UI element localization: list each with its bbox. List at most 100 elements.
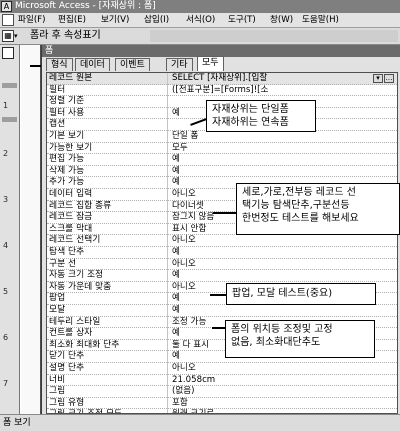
column-divider xyxy=(167,305,168,317)
document-icon[interactable] xyxy=(2,14,14,26)
property-name: 모달 xyxy=(49,305,66,315)
chevron-down-icon[interactable]: ▾ xyxy=(14,33,21,40)
section-band[interactable] xyxy=(2,117,17,122)
property-value[interactable]: 조정 가능 xyxy=(172,317,206,328)
column-divider xyxy=(167,363,168,375)
property-row[interactable]: 레코드 선택기 아니오 xyxy=(47,235,397,247)
note-line: 세로,가로,전부등 레코드 선 xyxy=(242,187,356,198)
menu-help[interactable]: 도움말(H) xyxy=(302,13,339,27)
property-row[interactable]: 그림 유형 포함 xyxy=(47,397,397,410)
menu-tools[interactable]: 도구(T) xyxy=(228,13,256,27)
section-band[interactable] xyxy=(2,83,17,88)
note-line: 자재상위는 단일폼 xyxy=(212,104,289,115)
property-value[interactable]: 예 xyxy=(172,177,180,188)
property-value[interactable]: 예 xyxy=(172,328,180,339)
column-divider xyxy=(167,119,168,131)
column-divider xyxy=(167,223,168,236)
tab-data[interactable]: 데이터 xyxy=(75,58,110,71)
property-name: 레코드 집합 종류 xyxy=(49,200,112,211)
property-value[interactable]: 표시 안함 xyxy=(172,224,206,235)
property-row[interactable]: 편집 가능 예 xyxy=(47,154,397,166)
property-value[interactable]: 모두 xyxy=(172,143,188,154)
status-bar: 폼 보기 xyxy=(0,414,400,431)
column-divider xyxy=(167,212,168,224)
property-value[interactable]: 예 xyxy=(172,154,180,165)
property-value[interactable]: 예 xyxy=(172,305,180,316)
property-row[interactable]: 삭제 가능 예 xyxy=(47,165,397,178)
note-arrow xyxy=(213,212,237,214)
property-row[interactable]: 너비 21.058cm xyxy=(47,374,397,387)
column-divider xyxy=(167,351,168,363)
view-button[interactable]: ▦ xyxy=(2,30,14,42)
property-name: 필터 xyxy=(49,84,66,95)
property-value[interactable]: 잠그지 않음 xyxy=(172,212,214,223)
property-value[interactable]: 예 xyxy=(172,247,180,258)
status-text: 폼 보기 xyxy=(3,418,31,428)
property-value[interactable]: 예 xyxy=(172,166,180,177)
column-divider xyxy=(167,247,168,259)
property-value[interactable]: 21.058cm xyxy=(172,375,215,386)
property-value[interactable]: 포함 xyxy=(172,398,188,409)
column-divider xyxy=(167,96,168,108)
property-row[interactable]: 탐색 단추 예 xyxy=(47,247,397,259)
property-value[interactable]: 아니오 xyxy=(172,259,196,270)
column-divider xyxy=(167,84,168,97)
column-divider xyxy=(167,154,168,166)
property-row[interactable]: 레코드 원본 SELECT [자재상위].[입찰 ▾… xyxy=(47,73,397,85)
property-value[interactable]: 예 xyxy=(172,108,180,119)
property-value[interactable]: 둘 다 표시 xyxy=(172,340,209,351)
menu-format[interactable]: 서식(O) xyxy=(186,13,215,27)
note-default-view: 자재상위는 단일폼 자재하위는 연속폼 xyxy=(206,100,316,132)
tab-other[interactable]: 기타 xyxy=(166,58,193,71)
tab-all[interactable]: 모두 xyxy=(197,56,224,71)
property-name: 데이터 입력 xyxy=(49,189,93,199)
form-selector-button[interactable] xyxy=(2,47,14,59)
column-divider xyxy=(167,374,168,387)
property-row[interactable]: 기본 보기 단일 폼 xyxy=(47,131,397,143)
property-row[interactable]: 구분 선 아니오 xyxy=(47,258,397,271)
builder-button[interactable]: … xyxy=(384,74,394,83)
property-name: 정렬 기준 xyxy=(49,96,85,107)
property-name: 레코드 선택기 xyxy=(49,235,101,246)
note-line: 한번정도 테스트를 해보세요 xyxy=(242,213,359,224)
column-divider xyxy=(167,386,168,398)
property-value[interactable]: 단일 폼 xyxy=(172,131,198,142)
property-name: 너비 xyxy=(49,374,66,385)
tab-format[interactable]: 형식 xyxy=(46,58,73,71)
column-divider xyxy=(167,270,168,282)
property-value[interactable]: 아니오 xyxy=(172,282,196,293)
menu-insert[interactable]: 삽입(I) xyxy=(144,13,169,27)
menu-edit[interactable]: 편집(E) xyxy=(58,13,86,27)
tab-event[interactable]: 이벤트 xyxy=(115,58,150,71)
property-value[interactable]: 아니오 xyxy=(172,363,196,374)
property-row[interactable]: 자동 크기 조정 예 xyxy=(47,270,397,282)
property-value[interactable]: (없음) xyxy=(172,386,195,397)
note-line: 택기능 탐색단추,구분선등 xyxy=(242,200,350,211)
property-value[interactable]: ([전표구분]=[Forms]![소 xyxy=(172,85,268,96)
property-row[interactable]: 그림 (없음) xyxy=(47,386,397,398)
property-row[interactable]: 가능한 보기 모두 xyxy=(47,142,397,155)
property-row[interactable]: 필터 ([전표구분]=[Forms]![소 xyxy=(47,84,397,97)
note-line: 폼의 위치등 조정및 고정 xyxy=(231,324,333,335)
column-divider xyxy=(167,397,168,410)
chevron-down-icon[interactable]: ▾ xyxy=(373,74,383,83)
property-value[interactable]: 예 xyxy=(172,351,180,362)
property-value[interactable]: 예 xyxy=(172,270,180,281)
ruler-number: 6 xyxy=(3,333,9,342)
property-row[interactable]: 모달 예 xyxy=(47,305,397,317)
property-value[interactable]: 아니오 xyxy=(172,235,196,246)
property-value[interactable]: 아니오 xyxy=(172,189,196,200)
form-design-area[interactable] xyxy=(21,45,41,414)
ruler-number: 2 xyxy=(3,149,9,158)
menu-view[interactable]: 보기(V) xyxy=(101,13,129,27)
note-line: 팝업, 모달 테스트(중요) xyxy=(232,288,333,299)
property-value[interactable]: SELECT [자재상위].[입찰 xyxy=(172,73,267,84)
menu-window[interactable]: 창(W) xyxy=(270,13,293,27)
column-divider xyxy=(167,258,168,271)
access-icon[interactable]: A xyxy=(1,1,12,12)
property-value[interactable]: 예 xyxy=(172,293,180,304)
property-row[interactable]: 설명 단추 아니오 xyxy=(47,363,397,375)
property-name: 팝업 xyxy=(49,293,66,304)
property-value[interactable]: 다이너셋 xyxy=(172,201,204,212)
menu-file[interactable]: 파일(F) xyxy=(18,13,45,27)
